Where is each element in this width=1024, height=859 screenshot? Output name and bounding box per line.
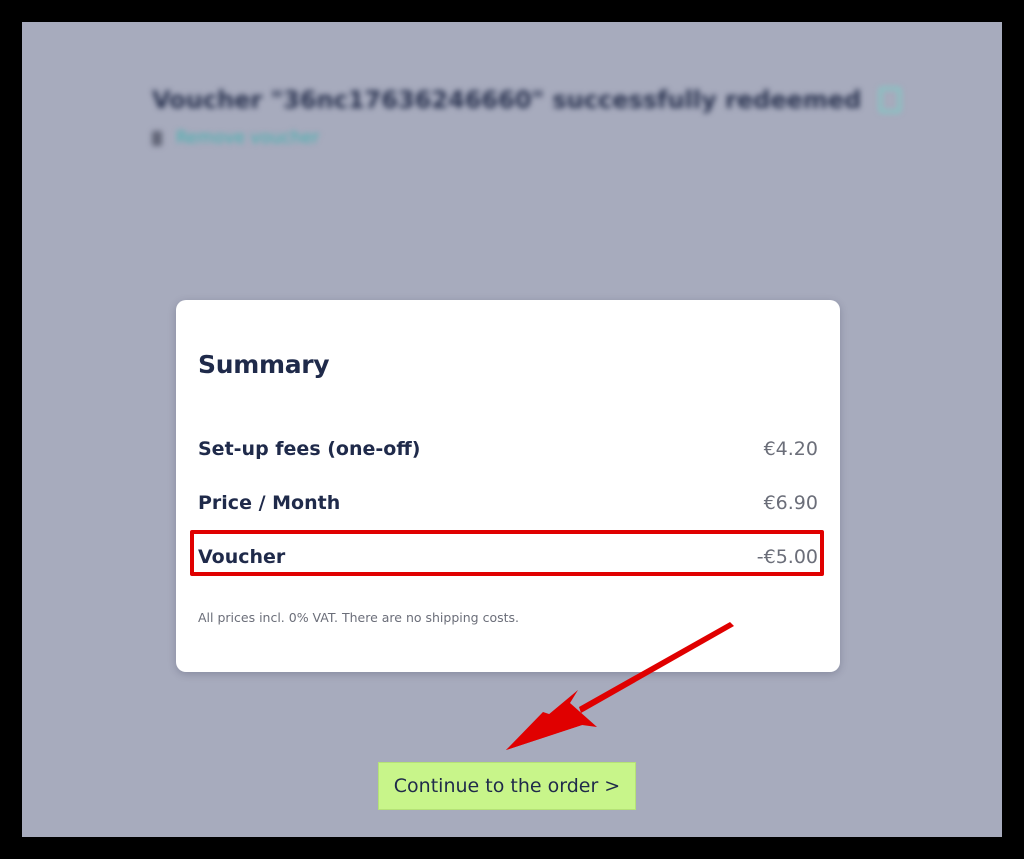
voucher-value: -€5.00 [756, 546, 818, 568]
summary-card: Summary Set-up fees (one-off) €4.20 Pric… [176, 300, 840, 672]
blurred-background-content: Voucher "36nc17636246660" successfully r… [152, 86, 902, 148]
arrow-head-fill [506, 712, 582, 750]
trash-icon [152, 130, 162, 146]
voucher-success-text: Voucher "36nc17636246660" successfully r… [152, 86, 862, 114]
summary-row-voucher: Voucher -€5.00 [198, 542, 818, 572]
setup-fees-label: Set-up fees (one-off) [198, 438, 421, 460]
price-month-value: €6.90 [763, 492, 818, 514]
summary-row-price-month: Price / Month €6.90 [198, 488, 818, 518]
voucher-success-heading: Voucher "36nc17636246660" successfully r… [152, 86, 902, 114]
setup-fees-value: €4.20 [763, 438, 818, 460]
vat-note: All prices incl. 0% VAT. There are no sh… [198, 610, 519, 625]
page-overlay: Voucher "36nc17636246660" successfully r… [22, 22, 1002, 837]
summary-row-setup-fees: Set-up fees (one-off) €4.20 [198, 434, 818, 464]
remove-voucher-link: Remove voucher [152, 128, 901, 148]
copy-icon [879, 87, 902, 113]
remove-voucher-label: Remove voucher [176, 128, 320, 148]
arrow-head [506, 690, 597, 750]
continue-to-order-button[interactable]: Continue to the order > [378, 762, 636, 810]
price-month-label: Price / Month [198, 492, 341, 514]
summary-title: Summary [198, 350, 330, 379]
voucher-label: Voucher [198, 546, 286, 568]
